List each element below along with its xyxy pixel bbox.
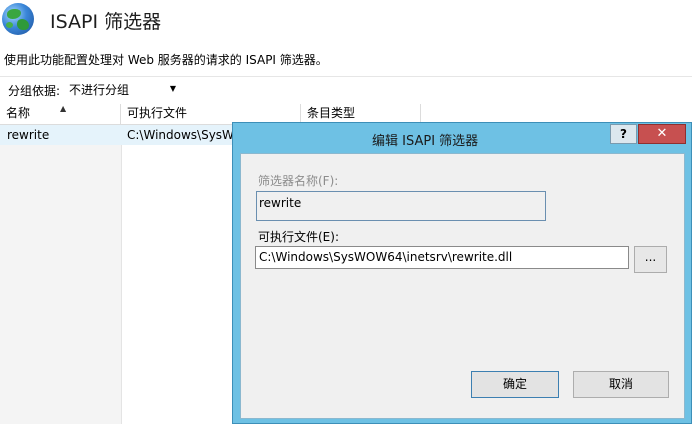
cancel-button[interactable]: 取消 [573,371,669,398]
help-button[interactable]: ? [610,124,637,144]
group-by-value: 不进行分组 [69,83,130,97]
executable-path-input[interactable]: C:\Windows\SysWOW64\inetsrv\rewrite.dll [255,246,629,269]
globe-icon [2,3,34,35]
chevron-down-icon: ▼ [169,84,176,93]
close-button[interactable]: ✕ [638,124,686,144]
executable-label: 可执行文件(E): [258,230,339,244]
row-executable-cell: C:\Windows\SysW [127,128,234,142]
row-name-cell: rewrite [7,128,50,142]
group-by-select[interactable]: 不进行分组 ▼ [68,80,180,98]
dialog-title: 编辑 ISAPI 筛选器 [372,134,479,149]
filter-name-label: 筛选器名称(F): [258,174,339,188]
filter-name-value: rewrite [259,196,302,210]
list-pane [0,145,122,424]
executable-path-value: C:\Windows\SysWOW64\inetsrv\rewrite.dll [259,250,513,264]
browse-button[interactable]: ... [634,246,667,273]
group-by-label: 分组依据: [8,84,61,98]
page-description: 使用此功能配置处理对 Web 服务器的请求的 ISAPI 筛选器。 [4,53,328,67]
column-header-entry-type[interactable]: 条目类型 [301,104,421,124]
filter-name-field: rewrite [256,191,546,221]
page-title: ISAPI 筛选器 [50,11,162,33]
column-header-executable[interactable]: 可执行文件 [121,104,301,124]
sort-ascending-icon: ▲ [60,104,67,113]
ok-button[interactable]: 确定 [471,371,559,398]
